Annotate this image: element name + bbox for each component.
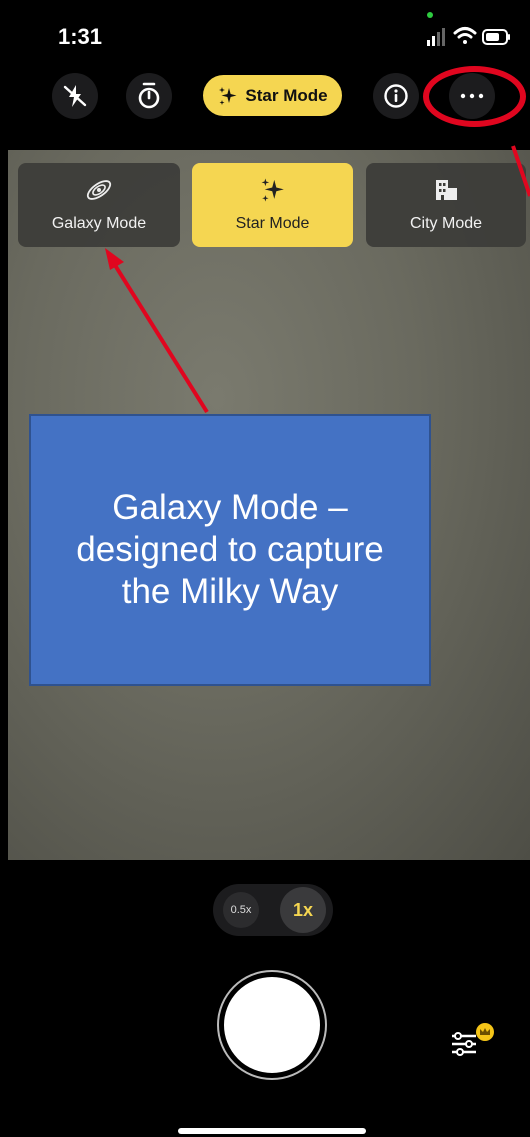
shutter-button[interactable] [224, 977, 320, 1073]
annotation-arrow-secondary [511, 145, 530, 197]
annotation-highlight-oval [423, 66, 526, 127]
zoom-option-1x[interactable]: 1x [280, 887, 326, 933]
home-indicator [178, 1128, 366, 1134]
annotation-callout: Galaxy Mode – designed to capture the Mi… [29, 414, 431, 686]
annotation-arrow [111, 260, 209, 414]
zoom-option-0-5x[interactable]: 0.5x [223, 892, 259, 928]
crown-icon [476, 1023, 494, 1041]
arrow-head [105, 248, 124, 270]
annotation-text: Galaxy Mode – designed to capture the Mi… [76, 488, 384, 611]
